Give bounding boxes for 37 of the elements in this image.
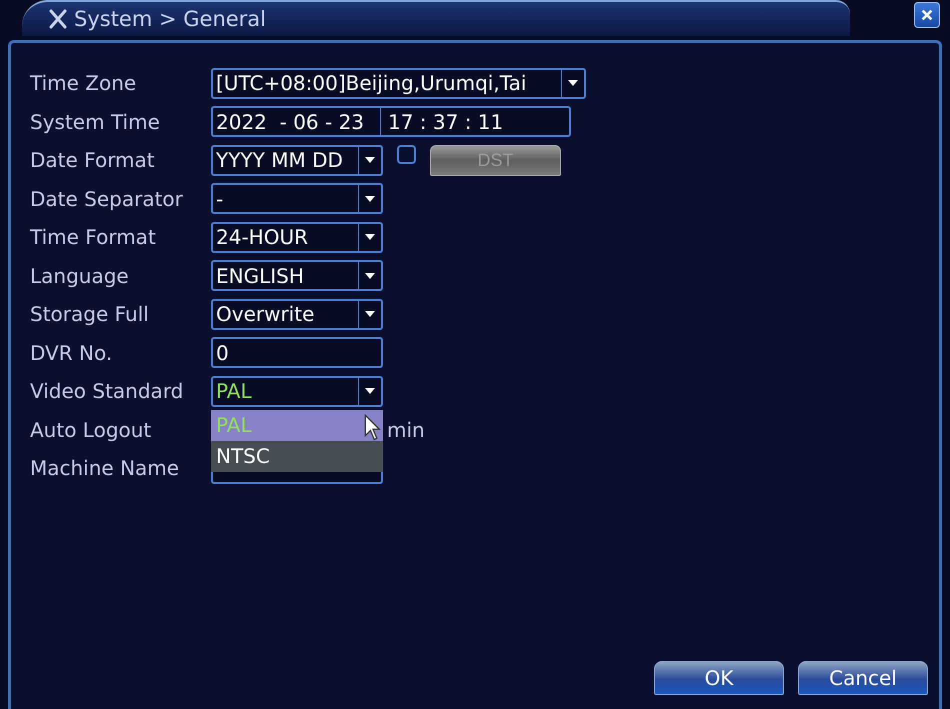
checkbox[interactable] — [397, 144, 416, 164]
dropdown-arrow-icon — [365, 234, 375, 240]
field-label: Video Standard — [30, 379, 184, 404]
window-title: System > General — [74, 7, 266, 31]
dropdown-arrow-icon — [365, 311, 375, 318]
time-field[interactable]: 17 : 37 : 11 — [381, 110, 504, 134]
unit-label: min — [387, 418, 425, 442]
field-label: DVR No. — [30, 340, 114, 365]
field-label: System Time — [30, 110, 161, 134]
field-label: Machine Name — [30, 456, 180, 480]
field-label: Date Format — [30, 148, 156, 172]
field-label: Time Zone — [30, 71, 138, 96]
dialog-button[interactable]: OK — [654, 661, 784, 695]
dropdown-field[interactable]: ENGLISH — [211, 260, 383, 292]
dropdown-arrow-icon — [568, 80, 578, 86]
text-field[interactable]: 0 — [211, 337, 383, 368]
dropdown-arrow-icon — [365, 157, 375, 164]
close-icon — [920, 8, 934, 22]
dropdown-arrow-icon — [365, 388, 375, 394]
dropdown-field[interactable]: Overwrite — [211, 298, 383, 330]
dropdown-arrow-icon — [365, 272, 375, 279]
field-label: Auto Logout — [30, 418, 152, 442]
dropdown-field[interactable]: 24-HOUR — [211, 222, 383, 253]
mouse-pointer-icon — [364, 414, 382, 442]
dropdown-field[interactable]: PAL — [211, 376, 383, 407]
dropdown-field[interactable]: [UTC+08:00]Beijing,Urumqi,Tai — [211, 68, 586, 99]
field-label: Storage Full — [30, 302, 150, 326]
dialog-button[interactable]: Cancel — [798, 661, 928, 695]
tools-icon — [48, 9, 68, 29]
dropdown-arrow-icon — [365, 196, 375, 202]
field-label: Language — [30, 264, 130, 288]
field-label: Date Separator — [30, 186, 184, 211]
date-field[interactable]: 2022 - 06 - 23 — [213, 108, 381, 136]
dropdown-field[interactable]: YYYY MM DD — [211, 144, 383, 176]
dropdown-field[interactable]: - — [211, 183, 383, 214]
close-button[interactable] — [914, 2, 940, 28]
field-label: Time Format — [30, 225, 157, 250]
